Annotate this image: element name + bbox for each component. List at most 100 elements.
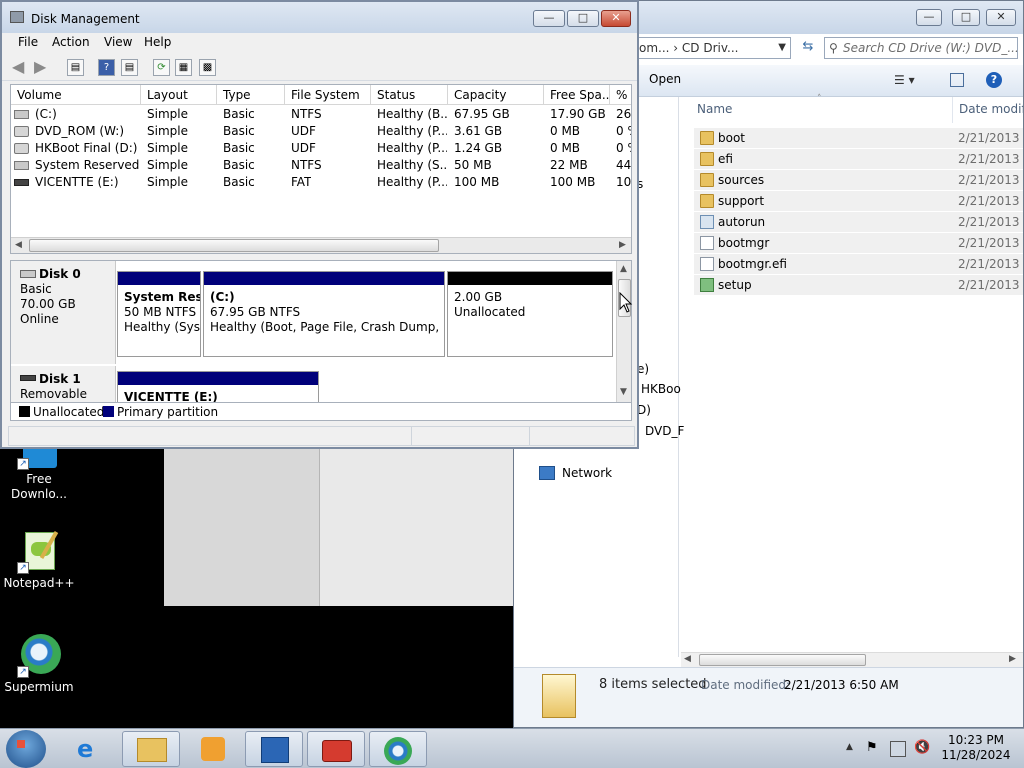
- start-button[interactable]: [6, 730, 46, 768]
- volume-name: DVD_ROM (W:): [35, 124, 124, 138]
- nav-item-network[interactable]: Network: [532, 465, 672, 483]
- supermium-icon: ↗: [17, 634, 61, 678]
- help-icon[interactable]: ?: [986, 72, 1002, 88]
- taskbar-app[interactable]: [245, 731, 303, 767]
- partition-unallocated[interactable]: 2.00 GB Unallocated: [447, 271, 613, 357]
- file-row[interactable]: sources 2/21/2013 6: [694, 170, 1024, 190]
- minimize-button[interactable]: —: [533, 10, 565, 27]
- volume-row[interactable]: (C:) Simple Basic NTFS Healthy (B... 67.…: [11, 106, 631, 123]
- show-hidden-icons-icon[interactable]: ▲: [846, 742, 853, 752]
- refresh-icon[interactable]: ⇆: [796, 39, 820, 59]
- taskbar-disk-management[interactable]: [307, 731, 365, 767]
- scroll-thumb[interactable]: [699, 654, 866, 666]
- properties-sheet-icon[interactable]: ▩: [199, 59, 216, 76]
- column-header-filesystem[interactable]: File System: [285, 85, 371, 105]
- desktop-icon-notepadpp[interactable]: ↗ Notepad++: [1, 530, 77, 591]
- open-button[interactable]: Open: [649, 72, 681, 86]
- file-row[interactable]: setup 2/21/2013 6: [694, 275, 1024, 295]
- partition-name: VICENTTE (E:): [124, 390, 218, 403]
- column-header-free-space[interactable]: Free Spa...: [544, 85, 610, 105]
- volume-list-hscrollbar[interactable]: ◀ ▶: [11, 237, 631, 253]
- file-list-hscrollbar[interactable]: ◀ ▶: [681, 652, 1023, 667]
- forward-arrow-icon[interactable]: ▶: [34, 57, 46, 76]
- maximize-button[interactable]: □: [567, 10, 599, 27]
- notepadpp-icon: ↗: [17, 530, 61, 574]
- disk-0-label[interactable]: Disk 0 Basic 70.00 GB Online: [11, 261, 116, 364]
- file-row[interactable]: efi 2/21/2013 6: [694, 149, 1024, 169]
- volume-row[interactable]: HKBoot Final (D:) Simple Basic UDF Healt…: [11, 140, 631, 157]
- properties-icon[interactable]: ▤: [121, 59, 138, 76]
- volume-capacity: 100 MB: [454, 175, 500, 189]
- desktop-icon-supermium[interactable]: ↗ Supermium: [1, 634, 77, 695]
- date-modified-value: 2/21/2013 6:50 AM: [784, 678, 899, 692]
- scroll-down-icon[interactable]: ▼: [620, 387, 627, 397]
- volume-row[interactable]: VICENTTE (E:) Simple Basic FAT Healthy (…: [11, 174, 631, 191]
- menu-action[interactable]: Action: [52, 35, 90, 49]
- file-row[interactable]: autorun 2/21/2013 6: [694, 212, 1024, 232]
- taskbar-supermium[interactable]: [369, 731, 427, 767]
- column-header-status[interactable]: Status: [371, 85, 448, 105]
- view-options-icon[interactable]: ☰ ▾: [894, 73, 915, 87]
- disk-management-window: Disk Management — □ ✕ File Action View H…: [0, 0, 639, 449]
- file-row[interactable]: boot 2/21/2013 6: [694, 128, 1024, 148]
- menu-help[interactable]: Help: [144, 35, 171, 49]
- column-header-name[interactable]: Name: [697, 97, 952, 123]
- disk-state: Online: [20, 312, 59, 326]
- preview-pane-icon[interactable]: [950, 73, 964, 87]
- network-tray-icon[interactable]: [890, 741, 906, 757]
- scroll-left-icon[interactable]: ◀: [684, 654, 691, 664]
- volume-name: HKBoot Final (D:): [35, 141, 138, 155]
- volume-row[interactable]: DVD_ROM (W:) Simple Basic UDF Healthy (P…: [11, 123, 631, 140]
- status-divider: [529, 427, 530, 445]
- partition-c[interactable]: (C:) 67.95 GB NTFS Healthy (Boot, Page F…: [203, 271, 445, 357]
- scroll-left-icon[interactable]: ◀: [15, 240, 22, 250]
- taskbar-internet-explorer[interactable]: e: [62, 731, 120, 767]
- back-arrow-icon[interactable]: ◀: [12, 57, 24, 76]
- disk-view-vscrollbar[interactable]: ▲ ▼: [616, 261, 631, 402]
- partition-system-reserved[interactable]: System Rese 50 MB NTFS Healthy (Syst: [117, 271, 201, 357]
- chevron-down-icon[interactable]: ▼: [778, 38, 786, 58]
- file-row[interactable]: support 2/21/2013 6: [694, 191, 1024, 211]
- scroll-up-icon[interactable]: ▲: [620, 264, 627, 274]
- maximize-button[interactable]: □: [952, 9, 980, 26]
- disk-management-titlebar[interactable]: Disk Management — □ ✕: [2, 2, 637, 33]
- column-header-volume[interactable]: Volume: [11, 85, 141, 105]
- rescan-disks-icon[interactable]: ▦: [175, 59, 192, 76]
- file-row[interactable]: bootmgr.efi 2/21/2013 6: [694, 254, 1024, 274]
- column-header-percent-free[interactable]: % F: [610, 85, 631, 105]
- help-icon[interactable]: ?: [98, 59, 115, 76]
- file-icon: [700, 257, 714, 271]
- volume-row[interactable]: System Reserved Simple Basic NTFS Health…: [11, 157, 631, 174]
- search-input[interactable]: ⚲ Search CD Drive (W:) DVD_...: [824, 37, 1018, 59]
- taskbar-explorer[interactable]: [122, 731, 180, 767]
- show-hide-console-tree-icon[interactable]: ▤: [67, 59, 84, 76]
- close-button[interactable]: ✕: [601, 10, 631, 27]
- volume-capacity: 1.24 GB: [454, 141, 503, 155]
- desktop-icon-free-download[interactable]: ↗ Free Downlo...: [1, 440, 77, 502]
- scroll-right-icon[interactable]: ▶: [1009, 654, 1016, 664]
- column-header-type[interactable]: Type: [217, 85, 285, 105]
- menu-file[interactable]: File: [18, 35, 38, 49]
- disk-1-label[interactable]: Disk 1 Removable: [11, 366, 116, 402]
- file-date: 2/21/2013 6: [958, 131, 1024, 145]
- minimize-button[interactable]: —: [916, 9, 942, 26]
- column-header-date[interactable]: Date modifi: [952, 97, 1023, 123]
- action-center-flag-icon[interactable]: ⚑: [866, 741, 882, 757]
- close-button[interactable]: ✕: [986, 9, 1016, 26]
- address-bar[interactable]: om... › CD Driv... ▼: [634, 37, 791, 59]
- scroll-right-icon[interactable]: ▶: [619, 240, 626, 250]
- column-header-layout[interactable]: Layout: [141, 85, 217, 105]
- supermium-icon: [384, 737, 412, 765]
- column-header-capacity[interactable]: Capacity: [448, 85, 544, 105]
- clock[interactable]: 10:23 PM 11/28/2024: [936, 733, 1016, 763]
- volume-status: Healthy (S...: [377, 158, 447, 172]
- volume-muted-icon[interactable]: 🔇: [914, 741, 930, 757]
- scroll-thumb[interactable]: [29, 239, 439, 252]
- shortcut-arrow-icon: ↗: [17, 666, 29, 678]
- partition-vicentte[interactable]: VICENTTE (E:): [117, 371, 319, 403]
- taskbar-media-player[interactable]: [183, 731, 241, 767]
- volume-filesystem: NTFS: [291, 107, 322, 121]
- menu-view[interactable]: View: [104, 35, 132, 49]
- refresh-icon[interactable]: ⟳: [153, 59, 170, 76]
- file-row[interactable]: bootmgr 2/21/2013 6: [694, 233, 1024, 253]
